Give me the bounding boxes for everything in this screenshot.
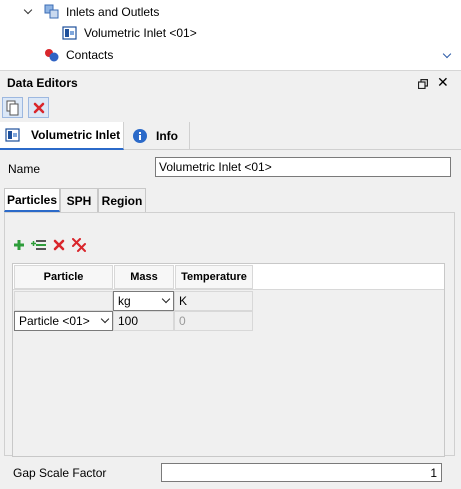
delete-icon[interactable] xyxy=(51,237,67,253)
mass-cell[interactable]: 100 xyxy=(113,311,174,331)
tab-label: Info xyxy=(156,129,178,143)
temperature-unit: K xyxy=(174,291,253,311)
name-label: Name xyxy=(8,162,41,176)
volumetric-inlet-icon xyxy=(62,25,78,41)
editor-tabs: Volumetric Inlet Info xyxy=(0,122,461,150)
column-header-mass[interactable]: Mass xyxy=(114,265,174,289)
copy-icon xyxy=(6,100,18,115)
particle-toolbar xyxy=(11,236,87,254)
scroll-down-icon[interactable] xyxy=(443,53,451,61)
object-tree: Inlets and Outlets Volumetric Inlet <01>… xyxy=(0,0,461,66)
particle-select[interactable]: Particle <01> xyxy=(14,311,113,331)
tree-item-label: Inlets and Outlets xyxy=(66,5,160,19)
contacts-icon xyxy=(44,47,60,63)
chevron-down-icon xyxy=(100,314,110,324)
tree-item-label: Volumetric Inlet <01> xyxy=(84,26,197,40)
mass-unit-value: kg xyxy=(118,294,131,308)
tree-item-contacts[interactable]: Contacts xyxy=(44,45,113,65)
delete-icon xyxy=(33,102,44,113)
info-icon xyxy=(132,128,148,144)
name-input[interactable] xyxy=(155,157,451,177)
column-header-particle[interactable]: Particle xyxy=(14,265,113,289)
chevron-down-icon xyxy=(161,294,171,304)
add-row-icon[interactable] xyxy=(31,237,47,253)
panel-title: Data Editors xyxy=(7,75,78,90)
inlets-outlets-icon xyxy=(44,4,60,20)
tab-info[interactable]: Info xyxy=(124,122,190,150)
tab-particles[interactable]: Particles xyxy=(4,188,60,212)
copy-button[interactable] xyxy=(2,97,23,118)
volumetric-inlet-icon xyxy=(5,127,21,143)
particle-value: Particle <01> xyxy=(19,314,90,328)
chevron-down-icon[interactable] xyxy=(24,7,34,17)
tab-volumetric-inlet[interactable]: Volumetric Inlet xyxy=(0,122,124,150)
temperature-cell[interactable]: 0 xyxy=(174,311,253,331)
tab-sph[interactable]: SPH xyxy=(60,188,98,212)
tree-item-inlets-outlets[interactable]: Inlets and Outlets xyxy=(24,2,159,22)
tab-region[interactable]: Region xyxy=(98,188,146,212)
delete-button[interactable] xyxy=(28,97,49,118)
editor-content: Name Particles SPH Region xyxy=(0,150,461,489)
tab-label: Volumetric Inlet xyxy=(31,128,121,142)
units-row-spacer xyxy=(14,291,113,311)
tree-item-volumetric-inlet[interactable]: Volumetric Inlet <01> xyxy=(62,23,197,43)
particle-grid: Particle Mass Temperature kg K Particle … xyxy=(12,263,445,457)
editor-toolbar xyxy=(0,94,461,122)
float-window-icon[interactable] xyxy=(417,78,428,90)
data-editors-header: Data Editors ✕ xyxy=(0,70,461,94)
close-icon[interactable]: ✕ xyxy=(437,75,449,89)
delete-all-icon[interactable] xyxy=(71,237,87,253)
particles-panel: Particle Mass Temperature kg K Particle … xyxy=(4,212,455,457)
tree-item-label: Contacts xyxy=(66,48,114,62)
column-header-temperature[interactable]: Temperature xyxy=(175,265,253,289)
grid-header: Particle Mass Temperature xyxy=(13,264,444,290)
gap-scale-factor-input[interactable] xyxy=(161,463,442,482)
add-icon[interactable] xyxy=(11,237,27,253)
gap-scale-factor-label: Gap Scale Factor xyxy=(13,466,107,480)
mass-unit-select[interactable]: kg xyxy=(113,291,174,311)
